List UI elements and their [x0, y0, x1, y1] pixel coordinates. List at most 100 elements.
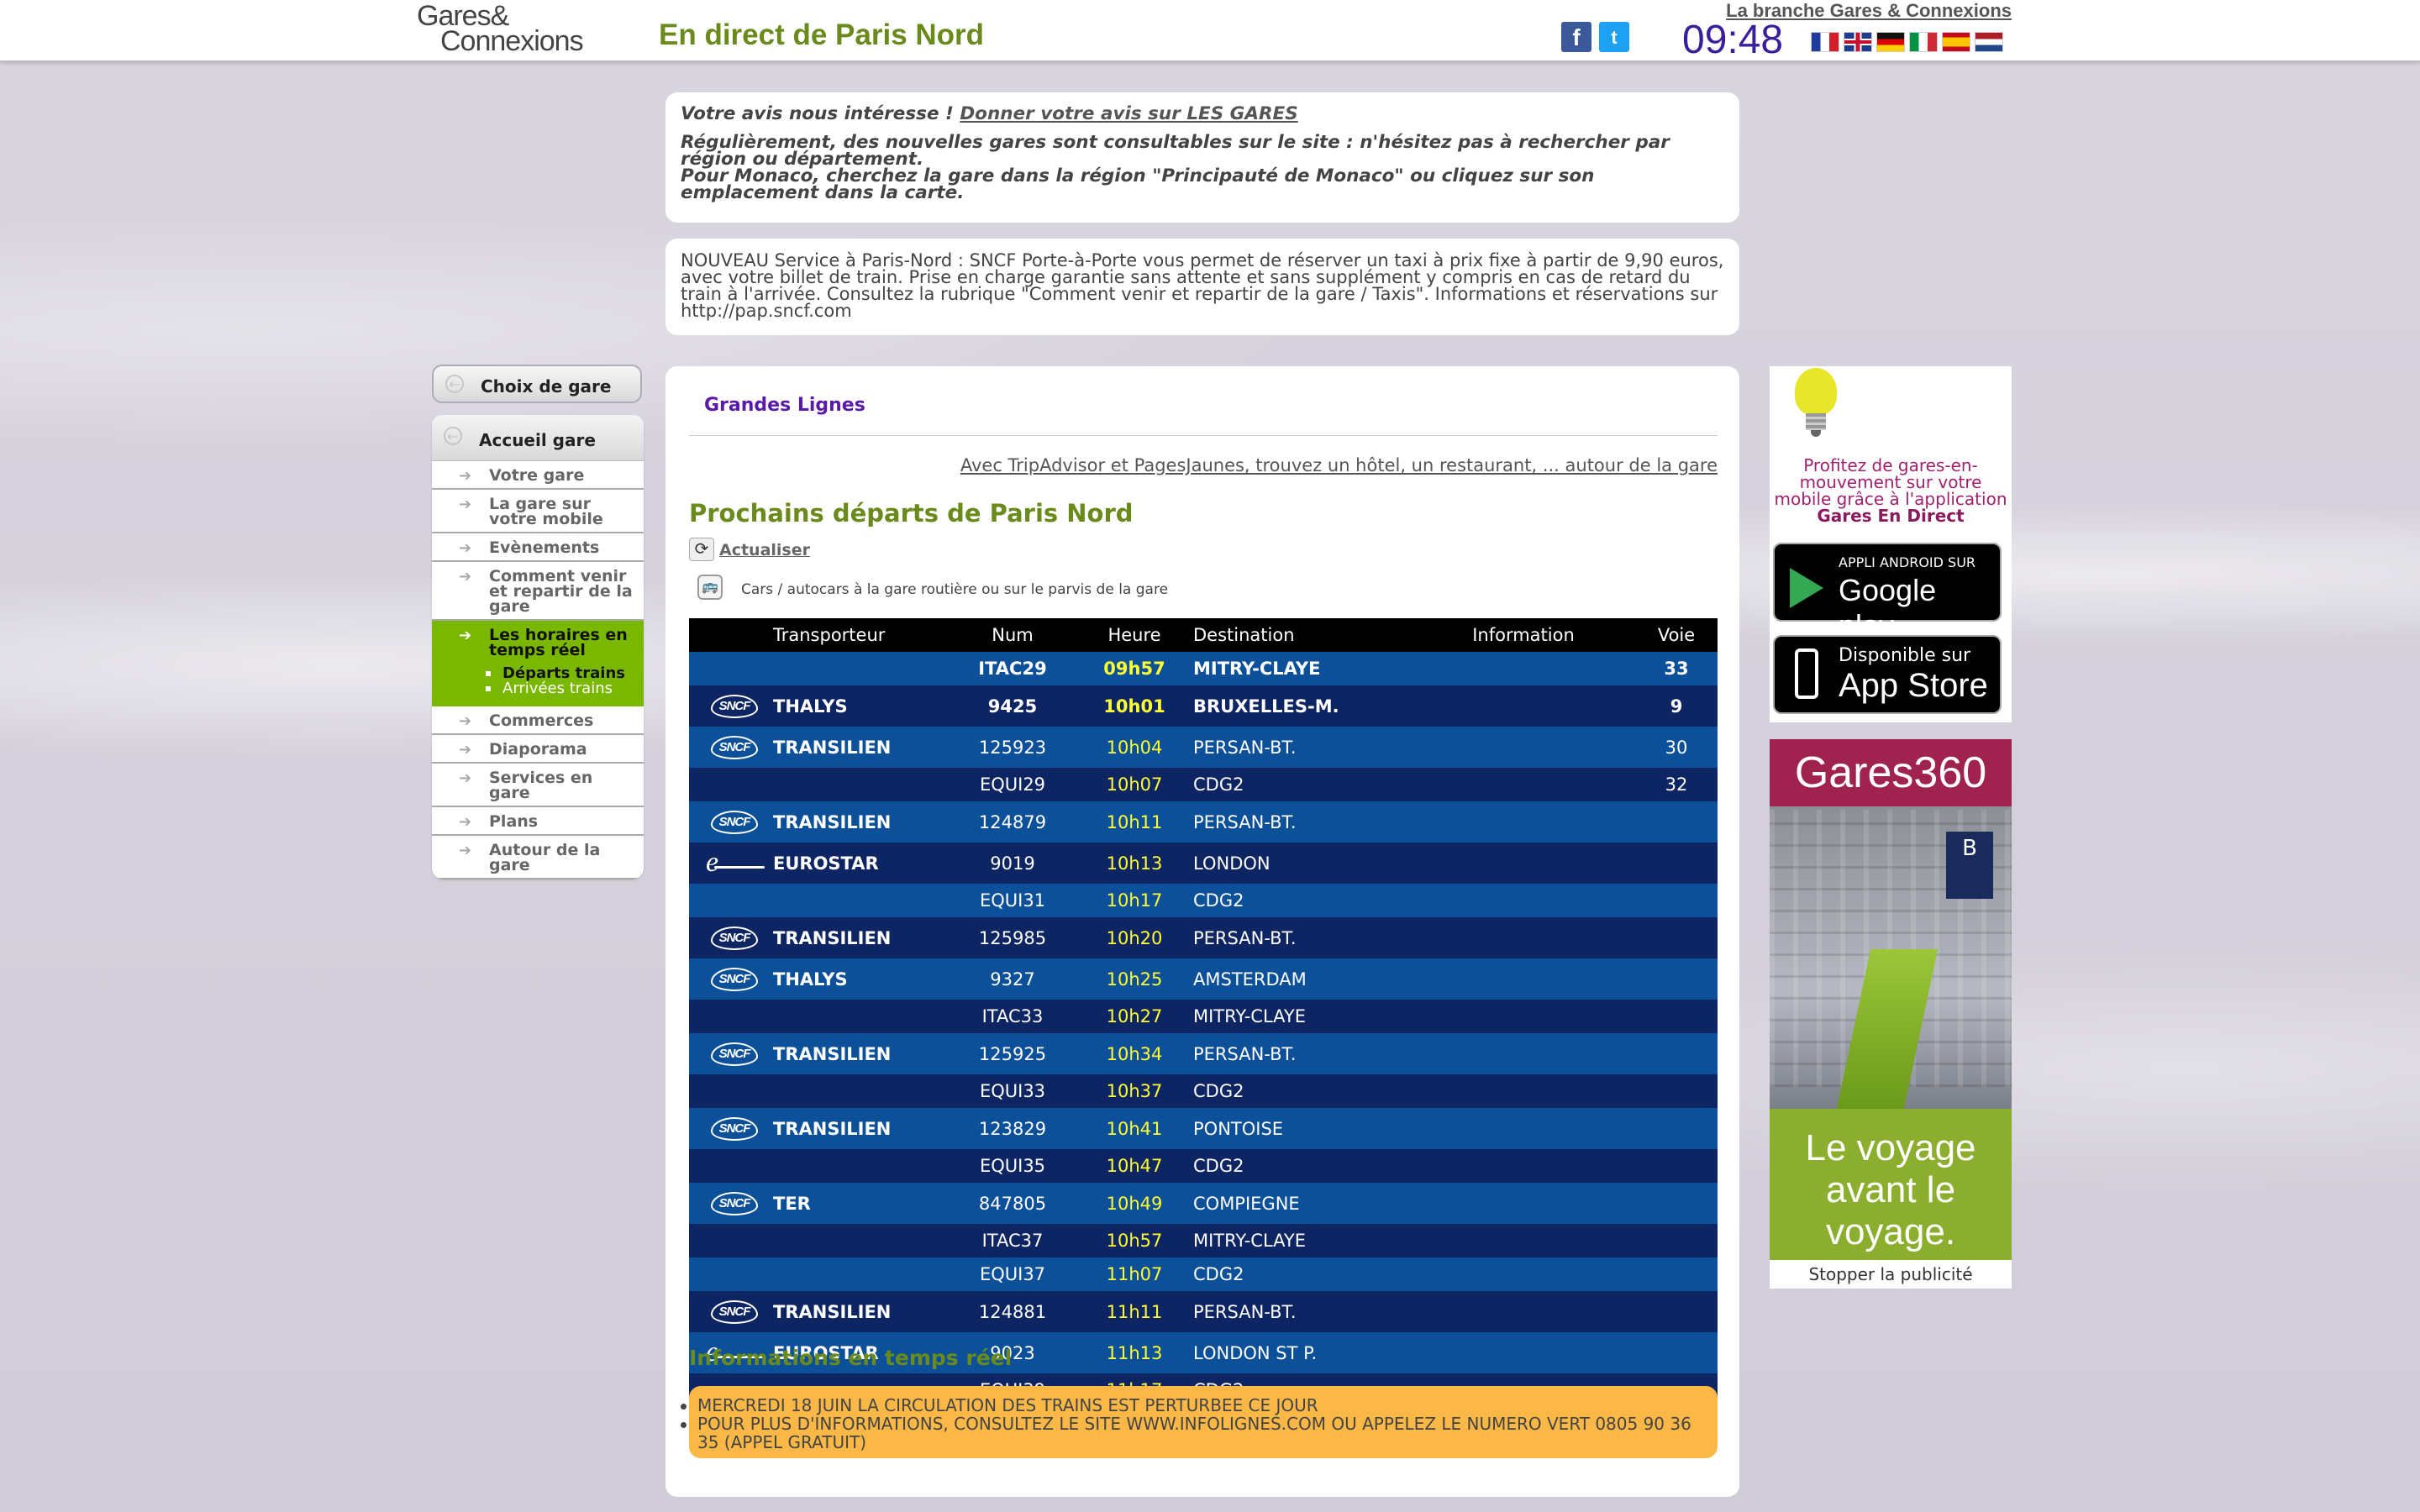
row-logo-cell: [689, 768, 773, 801]
sidebar-item-plans[interactable]: ➔ Plans: [432, 807, 644, 836]
google-play-button[interactable]: APPLI ANDROID SUR Google play: [1773, 543, 2002, 643]
table-row: EQUI37 11h07 CDG2: [689, 1257, 1718, 1291]
info-item: MERCREDI 18 JUIN LA CIRCULATION DES TRAI…: [681, 1396, 1709, 1415]
sidebar-item-evenements[interactable]: ➔ Evènements: [432, 533, 644, 562]
row-information: [1412, 1224, 1635, 1257]
row-destination: MITRY-CLAYE: [1193, 1224, 1412, 1257]
row-information: [1412, 1108, 1635, 1149]
service-notice: NOUVEAU Service à Paris-Nord : SNCF Port…: [666, 239, 1739, 335]
sidebar-item-mobile[interactable]: ➔ La gare sur votre mobile: [432, 490, 644, 533]
row-logo-cell: [689, 1000, 773, 1033]
row-voie: 30: [1635, 727, 1718, 768]
accueil-gare-button[interactable]: ← Accueil gare: [432, 415, 644, 461]
sidebar-item-votre-gare[interactable]: ➔ Votre gare: [432, 461, 644, 490]
arrow-right-icon: ➔: [459, 467, 472, 485]
row-logo-cell: [689, 1074, 773, 1108]
row-num: 125923: [950, 727, 1076, 768]
table-row: EQUI31 10h17 CDG2: [689, 884, 1718, 917]
refresh-link[interactable]: Actualiser: [719, 541, 810, 559]
row-transporteur: TRANSILIEN: [773, 727, 950, 768]
lightbulb-icon: [1795, 368, 1837, 440]
row-information: [1412, 685, 1635, 727]
row-num: 123829: [950, 1108, 1076, 1149]
sncf-logo-icon: SNCF: [711, 736, 758, 759]
sidebar-item-horaires[interactable]: ➔ Les horaires en temps réel Départs tra…: [432, 621, 644, 706]
row-transporteur: TER: [773, 1183, 950, 1224]
sidebar-item-diaporama[interactable]: ➔ Diaporama: [432, 735, 644, 764]
stop-ad-link[interactable]: Stopper la publicité: [1770, 1260, 2012, 1289]
ad-platform-sign: B: [1946, 832, 1993, 899]
row-destination: PERSAN-BT.: [1193, 1291, 1412, 1332]
submenu-arrivees[interactable]: Arrivées trains: [482, 681, 644, 696]
facebook-icon[interactable]: f: [1561, 22, 1591, 52]
row-heure: 10h57: [1076, 1224, 1193, 1257]
table-row: EQUI29 10h07 CDG2 32: [689, 768, 1718, 801]
sidebar-item-autour[interactable]: ➔ Autour de la gare: [432, 836, 644, 879]
sidebar-item-commerces[interactable]: ➔ Commerces: [432, 706, 644, 735]
info-list: MERCREDI 18 JUIN LA CIRCULATION DES TRAI…: [681, 1386, 1718, 1452]
flag-it-icon[interactable]: [1909, 32, 1938, 52]
tripadvisor-link[interactable]: Avec TripAdvisor et PagesJaunes, trouvez…: [960, 455, 1718, 475]
gares-connexions-logo[interactable]: Gares& Connexions: [417, 2, 627, 55]
table-row: EQUI33 10h37 CDG2: [689, 1074, 1718, 1108]
row-num: EQUI37: [950, 1257, 1076, 1291]
branch-link[interactable]: La branche Gares & Connexions: [1726, 0, 2012, 22]
sncf-logo-icon: SNCF: [711, 927, 758, 950]
row-transporteur: TRANSILIEN: [773, 801, 950, 843]
row-destination: COMPIEGNE: [1193, 1183, 1412, 1224]
row-logo-cell: [689, 884, 773, 917]
row-num: EQUI31: [950, 884, 1076, 917]
row-destination: MITRY-CLAYE: [1193, 1000, 1412, 1033]
flag-fr-icon[interactable]: [1811, 32, 1839, 52]
flag-de-icon[interactable]: [1876, 32, 1905, 52]
departures-heading: Prochains départs de Paris Nord: [689, 499, 1134, 528]
sidebar-item-services[interactable]: ➔ Services en gare: [432, 764, 644, 807]
row-logo-cell: SNCF: [689, 685, 773, 727]
app-store-button[interactable]: Disponible sur App Store: [1773, 635, 2002, 714]
twitter-icon[interactable]: t: [1599, 22, 1629, 52]
row-voie: 9: [1635, 685, 1718, 727]
tab-grandes-lignes[interactable]: Grandes Lignes: [704, 395, 865, 416]
row-information: [1412, 801, 1635, 843]
row-num: 125985: [950, 917, 1076, 958]
service-notice-text: NOUVEAU Service à Paris-Nord : SNCF Port…: [681, 250, 1724, 321]
row-information: [1412, 727, 1635, 768]
gares360-ad[interactable]: Gares360 B Le voyage avant le voyage. St…: [1770, 739, 2012, 1289]
flag-nl-icon[interactable]: [1975, 32, 2003, 52]
feedback-link[interactable]: Donner votre avis sur LES GARES: [960, 103, 1297, 124]
row-destination: PERSAN-BT.: [1193, 727, 1412, 768]
row-heure: 10h49: [1076, 1183, 1193, 1224]
row-information: [1412, 1183, 1635, 1224]
arrow-right-icon: ➔: [459, 769, 472, 787]
language-flags: [1811, 32, 2003, 52]
flag-uk-icon[interactable]: [1844, 32, 1872, 52]
row-information: [1412, 1257, 1635, 1291]
flag-es-icon[interactable]: [1942, 32, 1970, 52]
row-logo-cell: SNCF: [689, 958, 773, 1000]
sidebar-menu: ← Accueil gare ➔ Votre gare ➔ La gare su…: [432, 415, 644, 879]
gplay-big-text: Google play: [1839, 573, 1937, 643]
row-voie: [1635, 1149, 1718, 1183]
row-transporteur: THALYS: [773, 685, 950, 727]
row-voie: [1635, 1183, 1718, 1224]
row-num: 124879: [950, 801, 1076, 843]
sidebar-item-comment-venir[interactable]: ➔ Comment venir et repartir de la gare: [432, 562, 644, 621]
row-heure: 09h57: [1076, 652, 1193, 685]
table-row: SNCF TRANSILIEN 125985 10h20 PERSAN-BT.: [689, 917, 1718, 958]
row-num: EQUI33: [950, 1074, 1076, 1108]
choix-de-gare-button[interactable]: ← Choix de gare: [432, 365, 642, 403]
row-voie: [1635, 1000, 1718, 1033]
row-voie: [1635, 884, 1718, 917]
refresh-icon[interactable]: ⟳: [689, 538, 714, 561]
row-transporteur: TRANSILIEN: [773, 917, 950, 958]
arrow-right-icon: ➔: [459, 568, 472, 585]
divider: [689, 435, 1718, 436]
row-voie: 32: [1635, 768, 1718, 801]
row-transporteur: [773, 1074, 950, 1108]
row-voie: [1635, 843, 1718, 884]
row-voie: [1635, 1108, 1718, 1149]
row-information: [1412, 917, 1635, 958]
row-information: [1412, 1291, 1635, 1332]
table-row: SNCF TER 847805 10h49 COMPIEGNE: [689, 1183, 1718, 1224]
row-information: [1412, 884, 1635, 917]
